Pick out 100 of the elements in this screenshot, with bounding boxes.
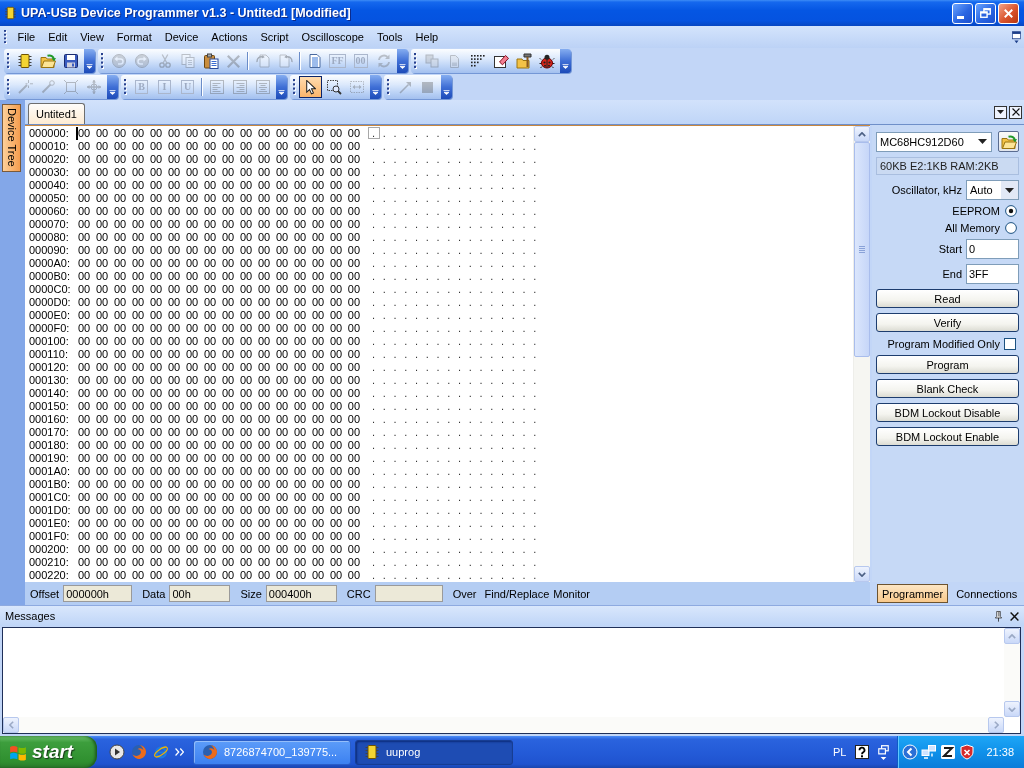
frame-icon xyxy=(62,79,79,95)
grip-icon[interactable] xyxy=(101,53,104,69)
play-circle-icon[interactable] xyxy=(109,744,125,760)
text-field[interactable]: 3FF xyxy=(966,264,1019,284)
menu-item[interactable]: Tools xyxy=(370,29,410,45)
document-tab[interactable]: Untited1 xyxy=(28,103,85,124)
checkbox[interactable] xyxy=(1004,337,1016,350)
minimize-button[interactable] xyxy=(952,2,973,24)
menu-item[interactable]: Help xyxy=(409,29,445,45)
hex-bytes: 00 00 00 00 00 00 00 00 00 00 00 00 00 00 00 00 xyxy=(77,335,361,348)
scrollbar-track[interactable] xyxy=(853,126,870,582)
menu-item[interactable]: Oscilloscope xyxy=(295,29,371,45)
task-button[interactable]: uuprog xyxy=(355,739,513,765)
ascii-text: ................ xyxy=(372,361,545,373)
hex-address: 000140: xyxy=(29,387,70,400)
hex-bytes: 00 00 00 00 00 00 00 00 00 00 00 00 00 00 00 00 xyxy=(77,192,361,205)
scroll-down-button[interactable] xyxy=(854,566,870,582)
toolbar-options-button[interactable] xyxy=(441,75,452,99)
action-button[interactable]: Program xyxy=(876,355,1019,374)
menu-item[interactable]: Script xyxy=(253,29,296,45)
ascii-text: ................ xyxy=(372,257,545,269)
help-icon[interactable] xyxy=(854,744,871,760)
menu-item[interactable]: View xyxy=(73,29,111,45)
grip-icon[interactable] xyxy=(293,79,296,95)
shield-icon[interactable] xyxy=(959,744,976,760)
windows-icon[interactable] xyxy=(878,744,890,760)
close-tab-button[interactable] xyxy=(1009,105,1022,119)
panel-tab[interactable]: Programmer xyxy=(877,584,949,603)
tab-list-button[interactable] xyxy=(994,105,1007,119)
align-left-icon xyxy=(208,79,225,95)
ascii-text: ................ xyxy=(372,283,545,295)
menu-item[interactable]: Format xyxy=(110,29,159,45)
open-button[interactable] xyxy=(998,131,1019,152)
toolbar-options-button[interactable] xyxy=(560,49,571,73)
ascii-text: ................ xyxy=(372,530,545,542)
ascii-text: ................ xyxy=(372,244,545,256)
grip-icon[interactable] xyxy=(387,79,390,95)
pin-button[interactable] xyxy=(992,609,1005,623)
toolbar-options-button[interactable] xyxy=(397,49,408,73)
radio-button[interactable] xyxy=(1005,205,1017,217)
action-button[interactable]: Read xyxy=(876,289,1019,308)
text-field[interactable]: 0 xyxy=(966,239,1019,259)
device-select[interactable]: MC68HC912D60 xyxy=(876,131,992,152)
ascii-text: ................ xyxy=(372,387,545,399)
hex-address: 0001F0: xyxy=(29,530,71,543)
grip-icon[interactable] xyxy=(7,79,10,95)
grip-icon[interactable] xyxy=(4,30,7,44)
menu-item[interactable]: Actions xyxy=(204,29,254,45)
move-icon xyxy=(85,79,102,95)
ascii-text: ................ xyxy=(372,322,545,334)
panel-title: Messages xyxy=(5,610,56,622)
start-button[interactable]: start xyxy=(0,736,97,768)
status-indicator: Over xyxy=(452,587,477,600)
action-button[interactable]: Blank Check xyxy=(876,379,1019,398)
toolbar-button[interactable] xyxy=(299,76,322,98)
arrow-circle-icon[interactable] xyxy=(902,744,919,760)
oscillator-select[interactable]: Auto xyxy=(966,180,1019,200)
action-button[interactable]: BDM Lockout Disable xyxy=(876,403,1019,422)
hex-address: 000030: xyxy=(29,166,70,179)
window-caret-icon[interactable] xyxy=(1011,30,1022,44)
ascii-text: ................ xyxy=(372,348,545,360)
restore-button[interactable] xyxy=(975,2,996,24)
z-mark-icon[interactable] xyxy=(940,744,957,760)
ascii-text: ................ xyxy=(372,231,545,243)
side-tab[interactable]: Device Tree xyxy=(2,104,21,172)
radio-button[interactable] xyxy=(1005,222,1017,234)
network-icon[interactable] xyxy=(921,744,938,760)
toolbar-options-button[interactable] xyxy=(276,75,287,99)
scroll-thumb[interactable] xyxy=(854,142,870,357)
ascii-text: ................ xyxy=(372,517,545,529)
quick-launch-more-button[interactable] xyxy=(175,748,184,756)
toolbar-options-button[interactable] xyxy=(84,49,95,73)
hex-bytes: 00 00 00 00 00 00 00 00 00 00 00 00 00 00 00 00 xyxy=(77,478,361,491)
toolbar-options-button[interactable] xyxy=(107,75,118,99)
toolbar-options-button[interactable] xyxy=(370,75,381,99)
menu-item[interactable]: File xyxy=(11,29,42,45)
menu-item[interactable]: Device xyxy=(158,29,205,45)
hex-address: 000080: xyxy=(29,231,70,244)
folder-icon xyxy=(1000,133,1017,150)
orbit-icon[interactable] xyxy=(153,744,169,760)
menu-item[interactable]: Edit xyxy=(41,29,74,45)
grip-icon[interactable] xyxy=(7,53,10,69)
ascii-text: ................ xyxy=(372,439,545,451)
scissors-icon xyxy=(156,53,173,69)
folder-icon xyxy=(39,53,56,69)
language-button[interactable]: PL xyxy=(829,746,851,758)
ascii-text: ................ xyxy=(372,465,545,477)
panel-tab[interactable]: Connections xyxy=(951,584,1023,603)
hex-bytes: 00 00 00 00 00 00 00 00 00 00 00 00 00 00 00 00 xyxy=(77,153,361,166)
action-button[interactable]: BDM Lockout Enable xyxy=(876,427,1019,446)
dropdown-arrow-button[interactable] xyxy=(1001,181,1018,199)
stop-icon xyxy=(422,81,433,93)
pin-icon xyxy=(995,610,1002,622)
scroll-up-button[interactable] xyxy=(854,126,870,142)
page-icon xyxy=(450,54,459,68)
close-button[interactable] xyxy=(998,2,1019,24)
ascii-text: ................ xyxy=(372,140,545,152)
action-button[interactable]: Verify xyxy=(876,313,1019,332)
grip-icon[interactable] xyxy=(124,79,127,95)
grip-icon[interactable] xyxy=(414,53,417,69)
